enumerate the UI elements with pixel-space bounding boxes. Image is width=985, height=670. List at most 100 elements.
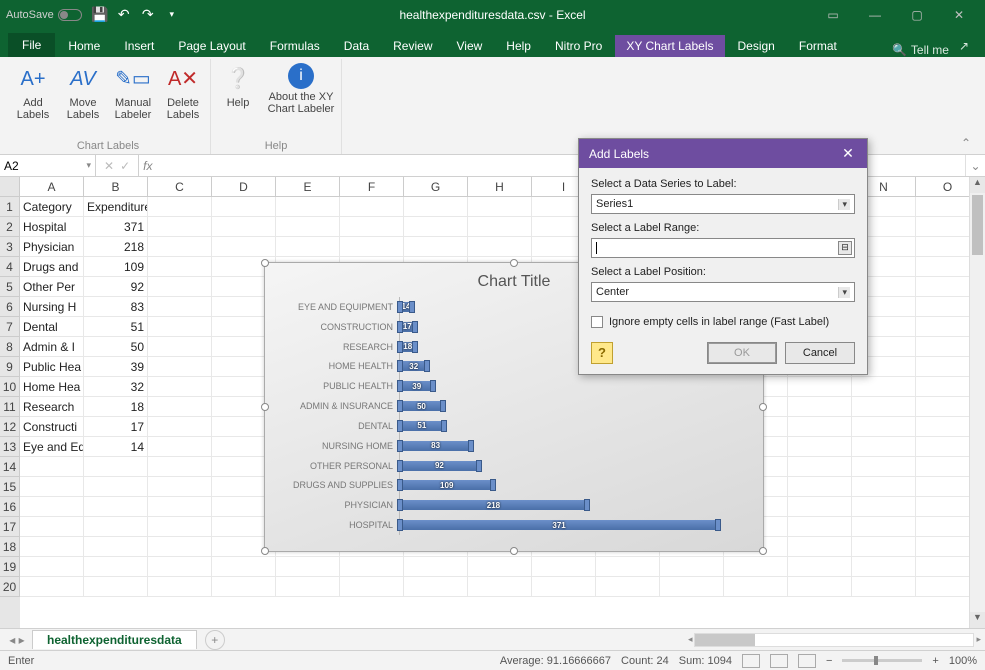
cell[interactable]: [788, 437, 852, 457]
cell[interactable]: [852, 557, 916, 577]
chart-bar[interactable]: 92: [400, 461, 479, 471]
chart-bar[interactable]: 32: [400, 361, 427, 371]
cell[interactable]: [404, 557, 468, 577]
enter-formula-icon[interactable]: ✓: [120, 159, 130, 173]
cell[interactable]: [84, 457, 148, 477]
cell[interactable]: 32: [84, 377, 148, 397]
cell[interactable]: [788, 397, 852, 417]
chart-bar[interactable]: 18: [400, 342, 415, 352]
cell[interactable]: [148, 317, 212, 337]
row-header[interactable]: 10: [0, 377, 20, 397]
cell[interactable]: [660, 557, 724, 577]
tab-format[interactable]: Format: [788, 35, 848, 57]
cell[interactable]: [84, 537, 148, 557]
about-button[interactable]: i About the XY Chart Labeler: [265, 63, 337, 115]
cell[interactable]: [148, 457, 212, 477]
chart-bar[interactable]: 83: [400, 441, 471, 451]
cell[interactable]: [788, 477, 852, 497]
zoom-level[interactable]: 100%: [949, 655, 977, 667]
cell[interactable]: [148, 437, 212, 457]
horizontal-scrollbar[interactable]: ◂ ▸: [227, 633, 981, 647]
cell[interactable]: [148, 517, 212, 537]
column-header[interactable]: D: [212, 177, 276, 197]
hscroll-thumb[interactable]: [695, 634, 755, 646]
minimize-icon[interactable]: —: [855, 1, 895, 29]
series-select[interactable]: Series1: [591, 194, 855, 214]
cell[interactable]: 14: [84, 437, 148, 457]
cell[interactable]: [148, 197, 212, 217]
column-header[interactable]: O: [916, 177, 969, 197]
cell[interactable]: [148, 297, 212, 317]
tab-insert[interactable]: Insert: [113, 35, 165, 57]
resize-handle[interactable]: [759, 547, 767, 555]
cell[interactable]: 109: [84, 257, 148, 277]
cell[interactable]: 51: [84, 317, 148, 337]
cell[interactable]: [724, 577, 788, 597]
cell[interactable]: [212, 557, 276, 577]
cell[interactable]: [596, 577, 660, 597]
cell[interactable]: [916, 357, 969, 377]
cell[interactable]: [852, 477, 916, 497]
row-header[interactable]: 15: [0, 477, 20, 497]
add-labels-button[interactable]: A+ Add Labels: [10, 63, 56, 121]
cell[interactable]: [916, 237, 969, 257]
cell[interactable]: [148, 337, 212, 357]
cell[interactable]: [788, 577, 852, 597]
cell[interactable]: [148, 417, 212, 437]
row-header[interactable]: 11: [0, 397, 20, 417]
position-select[interactable]: Center: [591, 282, 855, 302]
cell[interactable]: [916, 417, 969, 437]
cell[interactable]: [468, 577, 532, 597]
cell[interactable]: [20, 497, 84, 517]
cell[interactable]: [404, 237, 468, 257]
name-box[interactable]: A2: [0, 155, 96, 176]
cell[interactable]: [916, 277, 969, 297]
cell[interactable]: [148, 217, 212, 237]
tab-file[interactable]: File: [8, 33, 55, 57]
cell[interactable]: [148, 577, 212, 597]
row-header[interactable]: 18: [0, 537, 20, 557]
cell[interactable]: [660, 577, 724, 597]
cell[interactable]: [468, 237, 532, 257]
chart-bar[interactable]: 218: [400, 500, 587, 510]
cell[interactable]: 39: [84, 357, 148, 377]
column-header[interactable]: H: [468, 177, 532, 197]
cell[interactable]: 83: [84, 297, 148, 317]
scroll-thumb[interactable]: [972, 195, 983, 255]
chart-bar[interactable]: 109: [400, 480, 493, 490]
cell[interactable]: [148, 237, 212, 257]
row-header[interactable]: 5: [0, 277, 20, 297]
cell[interactable]: [148, 277, 212, 297]
resize-handle[interactable]: [510, 547, 518, 555]
row-header[interactable]: 1: [0, 197, 20, 217]
sheet-tab[interactable]: healthexpendituresdata: [32, 630, 197, 649]
undo-icon[interactable]: ↶: [116, 7, 132, 23]
cell[interactable]: [20, 577, 84, 597]
cell[interactable]: [852, 537, 916, 557]
cell[interactable]: Drugs and: [20, 257, 84, 277]
cell[interactable]: [852, 397, 916, 417]
tell-me[interactable]: 🔍 Tell me: [892, 43, 949, 57]
share-icon[interactable]: ↗: [951, 35, 977, 57]
tab-view[interactable]: View: [446, 35, 494, 57]
redo-icon[interactable]: ↷: [140, 7, 156, 23]
column-header[interactable]: F: [340, 177, 404, 197]
tab-help[interactable]: Help: [495, 35, 542, 57]
cell[interactable]: [404, 197, 468, 217]
cell[interactable]: 218: [84, 237, 148, 257]
tab-xy-chart-labels[interactable]: XY Chart Labels: [615, 35, 724, 57]
save-icon[interactable]: 💾: [92, 7, 108, 23]
view-page-layout-icon[interactable]: [770, 654, 788, 668]
cell[interactable]: [340, 217, 404, 237]
cell[interactable]: [84, 517, 148, 537]
ignore-empty-checkbox[interactable]: Ignore empty cells in label range (Fast …: [591, 316, 855, 328]
cell[interactable]: Category: [20, 197, 84, 217]
cell[interactable]: [84, 497, 148, 517]
tab-home[interactable]: Home: [57, 35, 111, 57]
manual-labeler-button[interactable]: ✎▭ Manual Labeler: [110, 63, 156, 121]
row-header[interactable]: 19: [0, 557, 20, 577]
cell[interactable]: [916, 577, 969, 597]
expand-formula-bar-icon[interactable]: ⌄: [965, 155, 985, 176]
cell[interactable]: [276, 577, 340, 597]
cell[interactable]: [916, 457, 969, 477]
